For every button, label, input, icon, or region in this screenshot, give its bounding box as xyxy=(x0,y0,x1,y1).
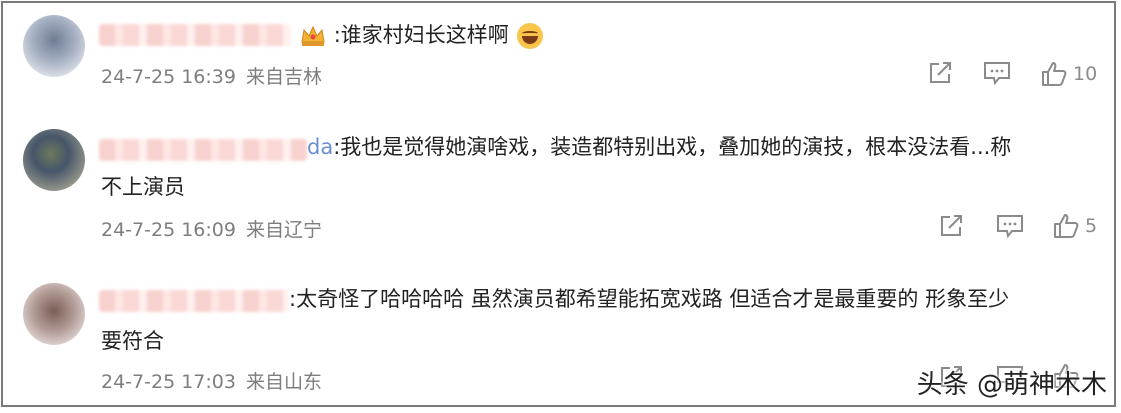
username-blurred[interactable] xyxy=(99,139,307,161)
comment-button[interactable] xyxy=(996,214,1024,238)
avatar[interactable] xyxy=(23,15,85,77)
comment-body-continued: 不上演员 xyxy=(101,175,185,199)
comment-meta: 24-7-25 16:09 来自辽宁 xyxy=(101,215,322,242)
thumbs-up-icon xyxy=(1054,214,1079,238)
comment-time: 24-7-25 16:09 xyxy=(101,219,236,241)
share-button[interactable] xyxy=(928,61,954,85)
comment-button[interactable] xyxy=(983,61,1011,85)
comment-icon xyxy=(997,215,1023,238)
comment-location: 来自山东 xyxy=(246,371,323,393)
thumbs-up-icon xyxy=(1042,62,1067,86)
laughing-tears-emoji xyxy=(517,23,544,49)
comment-time: 24-7-25 17:03 xyxy=(101,371,236,393)
like-button[interactable]: 5 xyxy=(1053,213,1097,239)
comment-text: da:我也是觉得她演啥戏，装造都特别出戏，叠加她的演技，根本没法看...称 xyxy=(307,129,1097,165)
avatar[interactable] xyxy=(23,283,85,345)
username-blurred[interactable] xyxy=(99,24,291,46)
comment-text: :太奇怪了哈哈哈哈 虽然演员都希望能拓宽戏路 但适合才是最重要的 形象至少 xyxy=(289,281,1099,317)
share-icon xyxy=(930,62,951,83)
comment-icon xyxy=(984,62,1010,85)
comment-location: 来自吉林 xyxy=(246,66,323,88)
comment-text: :谁家村妇长这样啊 xyxy=(299,17,544,53)
comment-text-line2: 不上演员 xyxy=(101,169,185,205)
comment-body: :太奇怪了哈哈哈哈 虽然演员都希望能拓宽戏路 但适合才是最重要的 形象至少 xyxy=(289,287,1010,311)
comment-meta: 24-7-25 17:03 来自山东 xyxy=(101,367,322,394)
share-icon xyxy=(941,215,962,236)
comment-location: 来自辽宁 xyxy=(246,219,323,241)
username-blurred[interactable] xyxy=(99,290,289,312)
comment-meta: 24-7-25 16:39 来自吉林 xyxy=(101,62,322,89)
comment-body-continued: 要符合 xyxy=(101,329,164,353)
share-button[interactable] xyxy=(939,214,965,238)
comment-body: :我也是觉得她演啥戏，装造都特别出戏，叠加她的演技，根本没法看...称 xyxy=(333,135,1012,159)
like-count: 10 xyxy=(1073,63,1098,85)
like-count: 5 xyxy=(1085,215,1098,237)
comment-text-line2: 要符合 xyxy=(101,323,164,359)
avatar[interactable] xyxy=(23,129,85,191)
comment-list: :谁家村妇长这样啊 24-7-25 16:39 来自吉林 10 da:我也是觉得… xyxy=(1,1,1116,407)
username-suffix[interactable]: da xyxy=(307,135,333,159)
comment-body: :谁家村妇长这样啊 xyxy=(333,23,509,47)
comment-time: 24-7-25 16:39 xyxy=(101,66,236,88)
crown-icon xyxy=(301,25,325,46)
watermark: 头条 @萌神木木 xyxy=(916,370,1107,400)
like-button[interactable]: 10 xyxy=(1041,61,1097,87)
